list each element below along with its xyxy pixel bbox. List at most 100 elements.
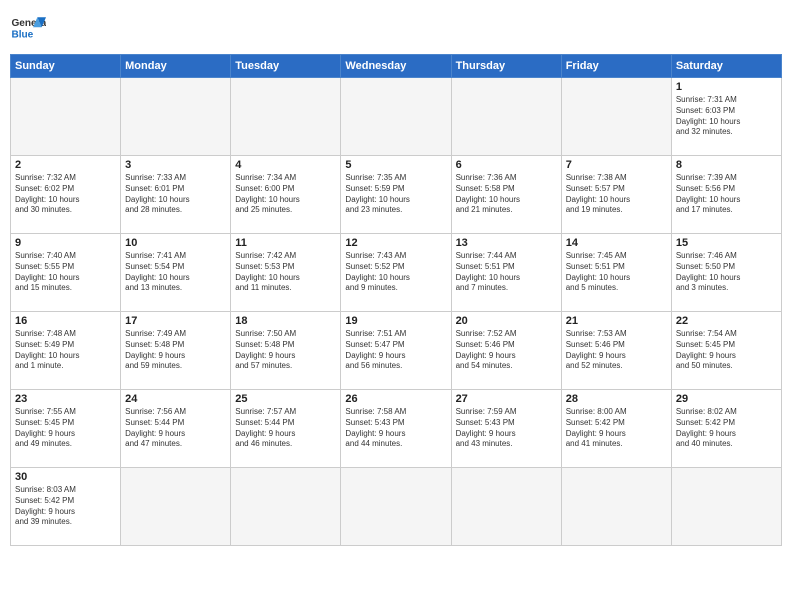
day-info: Sunrise: 7:39 AM Sunset: 5:56 PM Dayligh…	[676, 173, 777, 216]
table-row: 22 Sunrise: 7:54 AM Sunset: 5:45 PM Dayli…	[671, 312, 781, 390]
day-info: Sunrise: 8:03 AM Sunset: 5:42 PM Dayligh…	[15, 485, 116, 528]
table-row: 9 Sunrise: 7:40 AM Sunset: 5:55 PM Daylig…	[11, 234, 121, 312]
day-info: Sunrise: 7:48 AM Sunset: 5:49 PM Dayligh…	[15, 329, 116, 372]
day-number: 9	[15, 237, 116, 249]
table-row	[561, 78, 671, 156]
table-row: 25 Sunrise: 7:57 AM Sunset: 5:44 PM Dayli…	[231, 390, 341, 468]
day-info: Sunrise: 7:36 AM Sunset: 5:58 PM Dayligh…	[456, 173, 557, 216]
day-number: 12	[345, 237, 446, 249]
day-info: Sunrise: 7:45 AM Sunset: 5:51 PM Dayligh…	[566, 251, 667, 294]
day-info: Sunrise: 8:02 AM Sunset: 5:42 PM Dayligh…	[676, 407, 777, 450]
day-info: Sunrise: 7:49 AM Sunset: 5:48 PM Dayligh…	[125, 329, 226, 372]
day-info: Sunrise: 7:33 AM Sunset: 6:01 PM Dayligh…	[125, 173, 226, 216]
table-row: 11 Sunrise: 7:42 AM Sunset: 5:53 PM Dayli…	[231, 234, 341, 312]
header-row: Sunday Monday Tuesday Wednesday Thursday…	[11, 55, 782, 78]
table-row: 18 Sunrise: 7:50 AM Sunset: 5:48 PM Dayli…	[231, 312, 341, 390]
table-row	[121, 78, 231, 156]
day-info: Sunrise: 7:38 AM Sunset: 5:57 PM Dayligh…	[566, 173, 667, 216]
table-row: 23 Sunrise: 7:55 AM Sunset: 5:45 PM Dayli…	[11, 390, 121, 468]
table-row: 12 Sunrise: 7:43 AM Sunset: 5:52 PM Dayli…	[341, 234, 451, 312]
day-number: 26	[345, 393, 446, 405]
day-info: Sunrise: 7:51 AM Sunset: 5:47 PM Dayligh…	[345, 329, 446, 372]
day-info: Sunrise: 7:52 AM Sunset: 5:46 PM Dayligh…	[456, 329, 557, 372]
header: General Blue	[10, 10, 782, 46]
calendar-body: 1 Sunrise: 7:31 AM Sunset: 6:03 PM Daylig…	[11, 78, 782, 546]
table-row	[451, 78, 561, 156]
table-row: 30 Sunrise: 8:03 AM Sunset: 5:42 PM Dayli…	[11, 468, 121, 546]
table-row: 15Sunrise: 7:46 AM Sunset: 5:50 PM Dayli…	[671, 234, 781, 312]
col-tuesday: Tuesday	[231, 55, 341, 78]
day-info: Sunrise: 7:53 AM Sunset: 5:46 PM Dayligh…	[566, 329, 667, 372]
day-number: 18	[235, 315, 336, 327]
calendar-header: Sunday Monday Tuesday Wednesday Thursday…	[11, 55, 782, 78]
day-number: 21	[566, 315, 667, 327]
day-info: Sunrise: 7:42 AM Sunset: 5:53 PM Dayligh…	[235, 251, 336, 294]
day-number: 19	[345, 315, 446, 327]
day-number: 2	[15, 159, 116, 171]
col-monday: Monday	[121, 55, 231, 78]
table-row: 19 Sunrise: 7:51 AM Sunset: 5:47 PM Dayli…	[341, 312, 451, 390]
col-wednesday: Wednesday	[341, 55, 451, 78]
table-row: 21 Sunrise: 7:53 AM Sunset: 5:46 PM Dayli…	[561, 312, 671, 390]
table-row: 16 Sunrise: 7:48 AM Sunset: 5:49 PM Dayli…	[11, 312, 121, 390]
day-info: Sunrise: 7:54 AM Sunset: 5:45 PM Dayligh…	[676, 329, 777, 372]
day-info: Sunrise: 7:41 AM Sunset: 5:54 PM Dayligh…	[125, 251, 226, 294]
day-number: 7	[566, 159, 667, 171]
table-row: 3Sunrise: 7:33 AM Sunset: 6:01 PM Daylig…	[121, 156, 231, 234]
day-number: 25	[235, 393, 336, 405]
table-row: 1 Sunrise: 7:31 AM Sunset: 6:03 PM Daylig…	[671, 78, 781, 156]
day-number: 1	[676, 81, 777, 93]
table-row	[121, 468, 231, 546]
day-info: Sunrise: 7:57 AM Sunset: 5:44 PM Dayligh…	[235, 407, 336, 450]
day-number: 20	[456, 315, 557, 327]
day-number: 22	[676, 315, 777, 327]
table-row	[451, 468, 561, 546]
table-row: 2 Sunrise: 7:32 AM Sunset: 6:02 PM Daylig…	[11, 156, 121, 234]
table-row: 17 Sunrise: 7:49 AM Sunset: 5:48 PM Dayli…	[121, 312, 231, 390]
logo-icon: General Blue	[10, 10, 46, 46]
table-row: 24Sunrise: 7:56 AM Sunset: 5:44 PM Dayli…	[121, 390, 231, 468]
table-row	[231, 468, 341, 546]
day-number: 29	[676, 393, 777, 405]
day-info: Sunrise: 7:32 AM Sunset: 6:02 PM Dayligh…	[15, 173, 116, 216]
table-row: 10 Sunrise: 7:41 AM Sunset: 5:54 PM Dayli…	[121, 234, 231, 312]
day-number: 4	[235, 159, 336, 171]
col-saturday: Saturday	[671, 55, 781, 78]
day-number: 16	[15, 315, 116, 327]
table-row: 5Sunrise: 7:35 AM Sunset: 5:59 PM Daylig…	[341, 156, 451, 234]
day-info: Sunrise: 7:40 AM Sunset: 5:55 PM Dayligh…	[15, 251, 116, 294]
table-row: 13Sunrise: 7:44 AM Sunset: 5:51 PM Dayli…	[451, 234, 561, 312]
table-row	[341, 78, 451, 156]
day-info: Sunrise: 7:43 AM Sunset: 5:52 PM Dayligh…	[345, 251, 446, 294]
table-row: 14 Sunrise: 7:45 AM Sunset: 5:51 PM Dayli…	[561, 234, 671, 312]
table-row: 8 Sunrise: 7:39 AM Sunset: 5:56 PM Daylig…	[671, 156, 781, 234]
day-number: 14	[566, 237, 667, 249]
day-number: 11	[235, 237, 336, 249]
day-number: 23	[15, 393, 116, 405]
table-row	[341, 468, 451, 546]
svg-text:Blue: Blue	[11, 29, 33, 40]
calendar-table: Sunday Monday Tuesday Wednesday Thursday…	[10, 54, 782, 546]
day-number: 8	[676, 159, 777, 171]
day-info: Sunrise: 7:55 AM Sunset: 5:45 PM Dayligh…	[15, 407, 116, 450]
day-info: Sunrise: 7:35 AM Sunset: 5:59 PM Dayligh…	[345, 173, 446, 216]
table-row	[11, 78, 121, 156]
table-row	[671, 468, 781, 546]
col-sunday: Sunday	[11, 55, 121, 78]
table-row: 26Sunrise: 7:58 AM Sunset: 5:43 PM Dayli…	[341, 390, 451, 468]
table-row: 6Sunrise: 7:36 AM Sunset: 5:58 PM Daylig…	[451, 156, 561, 234]
day-number: 28	[566, 393, 667, 405]
day-info: Sunrise: 7:31 AM Sunset: 6:03 PM Dayligh…	[676, 95, 777, 138]
table-row: 29 Sunrise: 8:02 AM Sunset: 5:42 PM Dayli…	[671, 390, 781, 468]
day-number: 30	[15, 471, 116, 483]
day-number: 24	[125, 393, 226, 405]
day-number: 10	[125, 237, 226, 249]
day-number: 17	[125, 315, 226, 327]
table-row: 4Sunrise: 7:34 AM Sunset: 6:00 PM Daylig…	[231, 156, 341, 234]
table-row	[561, 468, 671, 546]
col-friday: Friday	[561, 55, 671, 78]
day-info: Sunrise: 7:50 AM Sunset: 5:48 PM Dayligh…	[235, 329, 336, 372]
day-info: Sunrise: 7:44 AM Sunset: 5:51 PM Dayligh…	[456, 251, 557, 294]
table-row: 7 Sunrise: 7:38 AM Sunset: 5:57 PM Daylig…	[561, 156, 671, 234]
logo: General Blue	[10, 10, 46, 46]
